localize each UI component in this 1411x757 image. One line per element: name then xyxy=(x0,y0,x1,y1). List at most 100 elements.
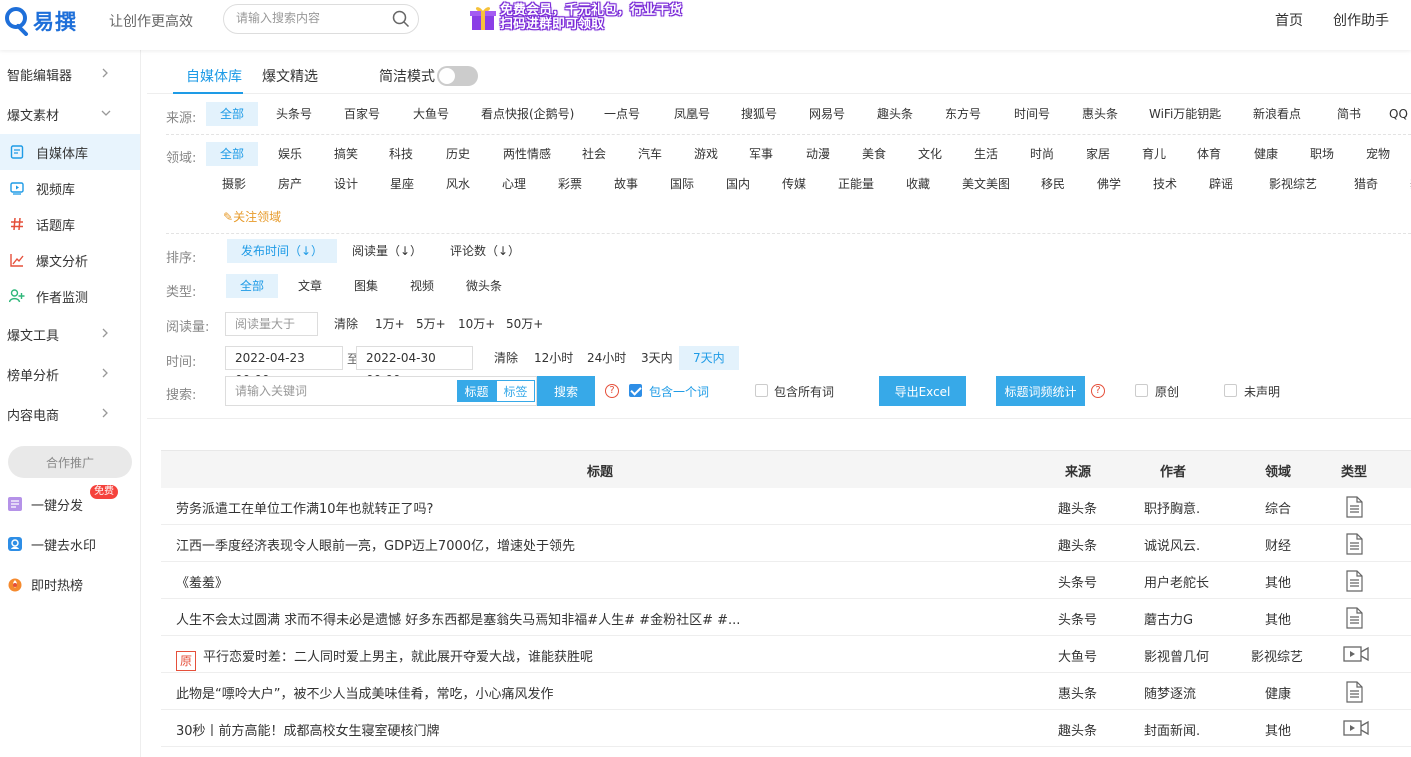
field-option-8[interactable]: 国际 xyxy=(656,172,708,196)
read-count-input[interactable]: 阅读量大于 xyxy=(225,312,318,336)
row-author[interactable]: 用户老舵长 xyxy=(1144,572,1209,591)
search-icon[interactable] xyxy=(392,10,410,32)
sort-option-1[interactable]: 阅读量（↓） xyxy=(338,239,436,263)
sidebar-group-smart-editor[interactable]: 智能编辑器 xyxy=(0,54,140,94)
table-row[interactable]: 原平行恋爱时差：二人同时爱上男主，就此展开夺爱大战，谁能获胜呢 大鱼号 影视曾几何 影… xyxy=(161,636,1411,673)
sidebar-group-viral-material[interactable]: 爆文素材 xyxy=(0,94,140,134)
field-option-0[interactable]: 全部 xyxy=(206,142,259,166)
type-option-2[interactable]: 图集 xyxy=(340,274,392,298)
sidebar-group-viral-tools[interactable]: 爆文工具 xyxy=(0,314,140,354)
field-option-11[interactable]: 美食 xyxy=(848,142,900,166)
field-option-8[interactable]: 游戏 xyxy=(680,142,732,166)
time-start-input[interactable]: 2022-04-23 00:00 xyxy=(225,346,343,387)
logo[interactable]: 易撰 xyxy=(4,6,77,36)
source-option-0[interactable]: 全部 xyxy=(206,102,259,126)
row-title[interactable]: 《羞羞》 xyxy=(176,572,228,591)
source-option-12[interactable]: 惠头条 xyxy=(1068,102,1132,126)
promo-realtime-hot[interactable]: 即时热榜 xyxy=(0,564,140,604)
search-button[interactable]: 搜索 xyxy=(537,376,595,406)
seg-title[interactable]: 标题 xyxy=(457,380,496,402)
row-author[interactable]: 蘑古力G xyxy=(1144,609,1193,628)
field-option-12[interactable]: 文化 xyxy=(904,142,956,166)
table-row[interactable]: 《羞羞》 头条号 用户老舵长 其他 xyxy=(161,562,1411,599)
source-option-3[interactable]: 大鱼号 xyxy=(399,102,463,126)
export-excel-button[interactable]: 导出Excel xyxy=(879,376,966,406)
field-option-3[interactable]: 科技 xyxy=(375,142,427,166)
field-option-18[interactable]: 影视综艺 xyxy=(1255,172,1331,196)
type-option-4[interactable]: 微头条 xyxy=(452,274,516,298)
undeclared-checkbox[interactable] xyxy=(1224,384,1237,397)
help-icon[interactable]: ? xyxy=(1091,384,1105,398)
sidebar-item-video-library[interactable]: 视频库 xyxy=(0,170,140,206)
field-option-20[interactable]: 宠物 xyxy=(1352,142,1404,166)
source-option-2[interactable]: 百家号 xyxy=(330,102,394,126)
source-option-9[interactable]: 趣头条 xyxy=(863,102,927,126)
field-option-12[interactable]: 收藏 xyxy=(892,172,944,196)
sidebar-group-ranking-analysis[interactable]: 榜单分析 xyxy=(0,354,140,394)
source-option-8[interactable]: 网易号 xyxy=(795,102,859,126)
original-checkbox[interactable] xyxy=(1135,384,1148,397)
type-option-3[interactable]: 视频 xyxy=(396,274,448,298)
sidebar-item-topic-library[interactable]: 话题库 xyxy=(0,206,140,242)
table-row[interactable]: 江西一季度经济表现令人眼前一亮，GDP迈上7000亿，增速处于领先 趣头条 诚说风云… xyxy=(161,525,1411,562)
field-option-6[interactable]: 彩票 xyxy=(544,172,596,196)
global-search-input[interactable] xyxy=(236,11,386,25)
field-option-1[interactable]: 娱乐 xyxy=(264,142,316,166)
source-option-11[interactable]: 时间号 xyxy=(1000,102,1064,126)
field-option-15[interactable]: 佛学 xyxy=(1083,172,1135,196)
source-option-10[interactable]: 东方号 xyxy=(931,102,995,126)
table-row[interactable]: 此物是“嘌呤大户”，被不少人当成美味佳肴，常吃，小心痛风发作 惠头条 随梦逐流 健康 xyxy=(161,673,1411,710)
promo-banner[interactable]: 免费会员，千元礼包，行业干货 扫码进群即可领取 xyxy=(470,4,682,32)
sidebar-item-author-monitor[interactable]: 作者监测 xyxy=(0,278,140,314)
field-option-7[interactable]: 汽车 xyxy=(624,142,676,166)
time-option-3[interactable]: 3天内 xyxy=(627,346,687,370)
source-option-16[interactable]: QQ xyxy=(1375,102,1411,126)
row-title[interactable]: 江西一季度经济表现令人眼前一亮，GDP迈上7000亿，增速处于领先 xyxy=(176,535,575,554)
global-search[interactable] xyxy=(223,4,419,34)
field-option-0[interactable]: 摄影 xyxy=(208,172,260,196)
field-option-4[interactable]: 风水 xyxy=(432,172,484,196)
contain-all-checkbox[interactable] xyxy=(755,384,768,397)
row-title[interactable]: 此物是“嘌呤大户”，被不少人当成美味佳肴，常吃，小心痛风发作 xyxy=(176,683,553,702)
promo-remove-watermark[interactable]: 一键去水印 xyxy=(0,524,140,564)
field-option-19[interactable]: 猎奇 xyxy=(1340,172,1392,196)
row-title[interactable]: 劳务派遣工在单位工作满10年也就转正了吗? xyxy=(176,498,433,517)
field-option-11[interactable]: 正能量 xyxy=(824,172,888,196)
promo-one-click-distribute[interactable]: 一键分发 免费 xyxy=(0,484,140,524)
field-option-9[interactable]: 军事 xyxy=(735,142,787,166)
source-option-15[interactable]: 简书 xyxy=(1323,102,1375,126)
follow-field-link[interactable]: ✎关注领域 xyxy=(223,208,281,225)
field-option-16[interactable]: 技术 xyxy=(1139,172,1191,196)
source-option-7[interactable]: 搜狐号 xyxy=(727,102,791,126)
field-option-14[interactable]: 移民 xyxy=(1027,172,1079,196)
sidebar-item-viral-analysis[interactable]: 爆文分析 xyxy=(0,242,140,278)
field-option-2[interactable]: 设计 xyxy=(320,172,372,196)
field-option-9[interactable]: 国内 xyxy=(712,172,764,196)
sort-option-2[interactable]: 评论数（↓） xyxy=(436,239,534,263)
simple-mode-toggle[interactable] xyxy=(437,66,478,86)
tab-media-library[interactable]: 自媒体库 xyxy=(186,66,242,86)
field-option-17[interactable]: 体育 xyxy=(1183,142,1235,166)
row-title[interactable]: 人生不会太过圆满 求而不得未必是遗憾 好多东西都是塞翁失马焉知非福#人生# #金… xyxy=(176,609,740,628)
source-option-13[interactable]: WiFi万能钥匙 xyxy=(1135,102,1235,126)
row-author[interactable]: 诚说风云. xyxy=(1144,535,1200,554)
nav-home[interactable]: 首页 xyxy=(1275,10,1303,30)
source-option-4[interactable]: 看点快报(企鹅号) xyxy=(467,102,588,126)
title-freq-button[interactable]: 标题词频统计 xyxy=(996,376,1085,406)
source-option-1[interactable]: 头条号 xyxy=(262,102,326,126)
field-option-7[interactable]: 故事 xyxy=(600,172,652,196)
row-author[interactable]: 封面新闻. xyxy=(1144,720,1200,739)
field-option-20[interactable]: 舞 xyxy=(1396,172,1411,196)
read-option-4[interactable]: 50万+ xyxy=(492,312,557,336)
field-option-5[interactable]: 两性情感 xyxy=(489,142,565,166)
contain-one-checkbox[interactable] xyxy=(629,384,642,397)
field-option-2[interactable]: 搞笑 xyxy=(320,142,372,166)
field-option-1[interactable]: 房产 xyxy=(264,172,316,196)
help-icon[interactable]: ? xyxy=(605,384,619,398)
row-author[interactable]: 职抒胸意. xyxy=(1144,498,1200,517)
seg-tag[interactable]: 标签 xyxy=(496,380,535,402)
field-option-13[interactable]: 美文美图 xyxy=(948,172,1024,196)
field-option-3[interactable]: 星座 xyxy=(376,172,428,196)
field-option-19[interactable]: 职场 xyxy=(1296,142,1348,166)
table-row[interactable]: 劳务派遣工在单位工作满10年也就转正了吗? 趣头条 职抒胸意. 综合 xyxy=(161,488,1411,525)
